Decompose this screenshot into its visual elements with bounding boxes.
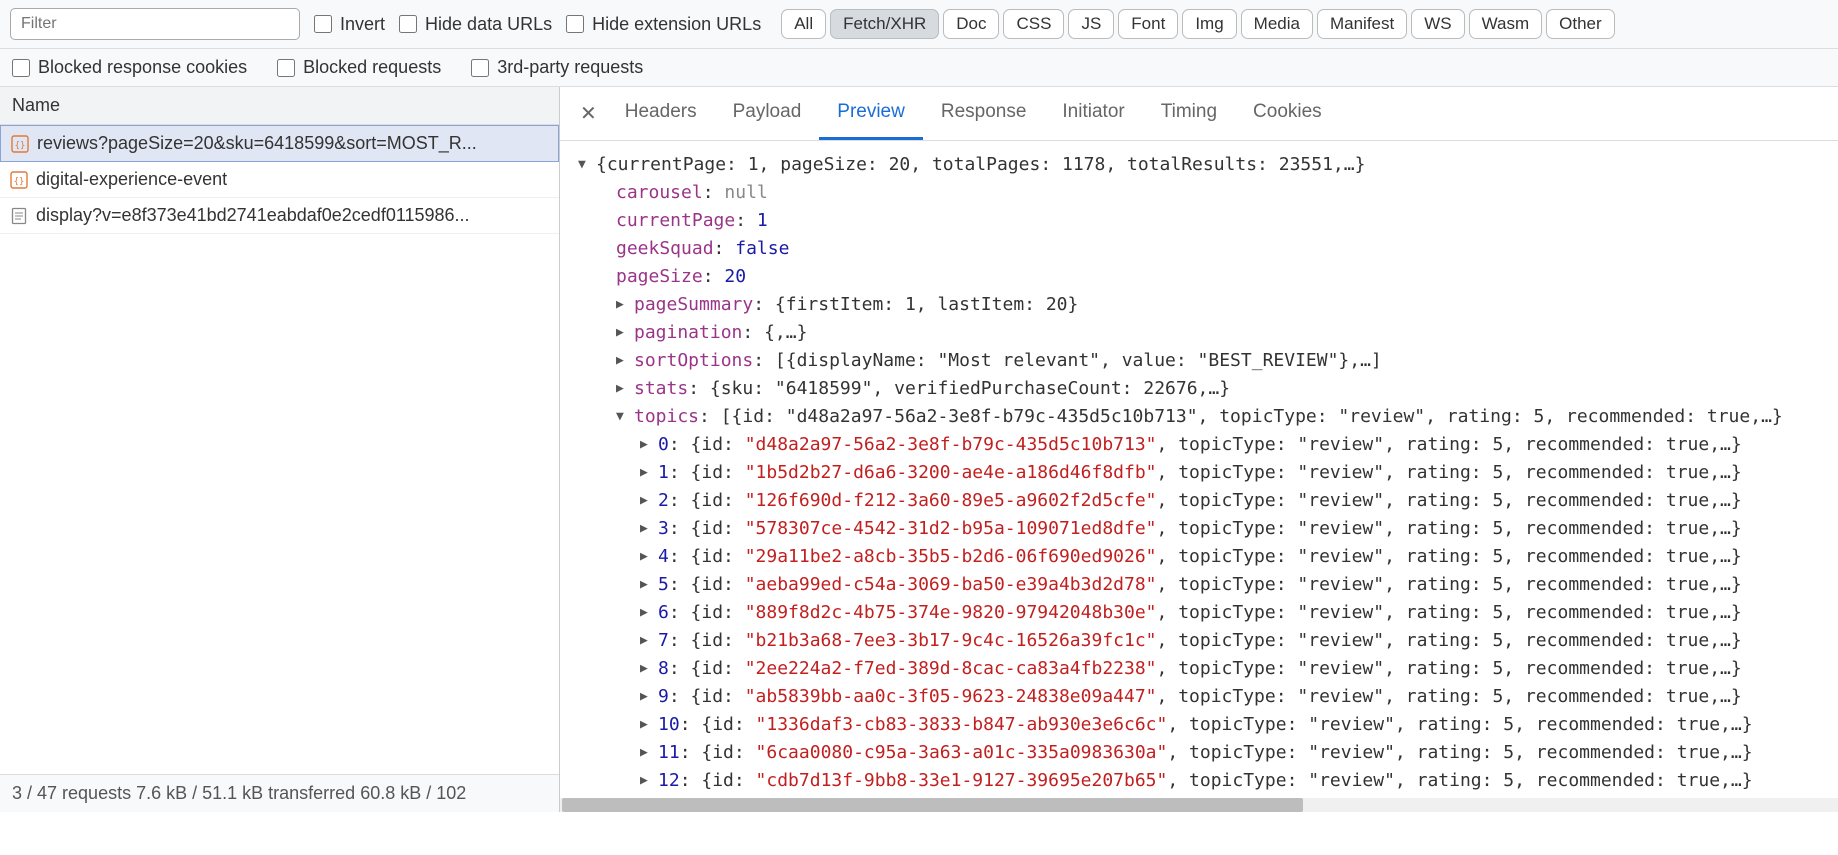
svg-text:{}: {} <box>14 177 25 187</box>
type-pill-other[interactable]: Other <box>1546 9 1615 39</box>
hide-data-urls-checkbox[interactable]: Hide data URLs <box>399 14 552 35</box>
detail-panel: ✕ HeadersPayloadPreviewResponseInitiator… <box>560 87 1838 812</box>
type-pill-all[interactable]: All <box>781 9 826 39</box>
expand-icon[interactable]: ▶ <box>616 375 630 403</box>
type-filter-group: AllFetch/XHRDocCSSJSFontImgMediaManifest… <box>781 9 1614 39</box>
blocked-cookies-label: Blocked response cookies <box>38 57 247 78</box>
expand-icon[interactable]: ▶ <box>640 711 654 739</box>
tab-headers[interactable]: Headers <box>607 87 715 140</box>
third-party-label: 3rd-party requests <box>497 57 643 78</box>
type-pill-manifest[interactable]: Manifest <box>1317 9 1407 39</box>
filter-input[interactable] <box>10 8 300 40</box>
preview-content[interactable]: ▼{currentPage: 1, pageSize: 20, totalPag… <box>560 141 1838 798</box>
expand-icon[interactable]: ▶ <box>640 627 654 655</box>
name-column-header[interactable]: Name <box>0 87 559 125</box>
svg-text:{}: {} <box>15 141 26 151</box>
expand-icon[interactable]: ▶ <box>640 767 654 795</box>
tab-payload[interactable]: Payload <box>715 87 820 140</box>
expand-icon[interactable]: ▶ <box>640 599 654 627</box>
invert-label: Invert <box>340 14 385 35</box>
type-pill-wasm[interactable]: Wasm <box>1469 9 1543 39</box>
tab-response[interactable]: Response <box>923 87 1045 140</box>
request-item[interactable]: {}reviews?pageSize=20&sku=6418599&sort=M… <box>0 125 559 162</box>
expand-icon[interactable]: ▶ <box>640 655 654 683</box>
blocked-requests-checkbox[interactable]: Blocked requests <box>277 57 441 78</box>
expand-icon[interactable]: ▶ <box>616 291 630 319</box>
filter-toolbar-2: Blocked response cookies Blocked request… <box>0 49 1838 87</box>
type-pill-media[interactable]: Media <box>1241 9 1313 39</box>
expand-icon[interactable]: ▼ <box>616 403 630 431</box>
expand-icon[interactable]: ▶ <box>616 319 630 347</box>
type-pill-css[interactable]: CSS <box>1003 9 1064 39</box>
request-list-panel: Name {}reviews?pageSize=20&sku=6418599&s… <box>0 87 560 812</box>
type-pill-js[interactable]: JS <box>1068 9 1114 39</box>
expand-icon[interactable]: ▶ <box>640 459 654 487</box>
expand-icon[interactable]: ▶ <box>640 739 654 767</box>
close-icon[interactable]: ✕ <box>570 91 607 136</box>
type-pill-fetchxhr[interactable]: Fetch/XHR <box>830 9 939 39</box>
type-pill-ws[interactable]: WS <box>1411 9 1464 39</box>
detail-tabs: ✕ HeadersPayloadPreviewResponseInitiator… <box>560 87 1838 141</box>
expand-icon[interactable]: ▶ <box>640 515 654 543</box>
horizontal-scrollbar[interactable] <box>560 798 1838 812</box>
expand-icon[interactable]: ▶ <box>616 347 630 375</box>
tab-initiator[interactable]: Initiator <box>1044 87 1142 140</box>
blocked-requests-label: Blocked requests <box>303 57 441 78</box>
filter-toolbar: Invert Hide data URLs Hide extension URL… <box>0 0 1838 49</box>
invert-checkbox[interactable]: Invert <box>314 14 385 35</box>
request-item[interactable]: display?v=e8f373e41bd2741eabdaf0e2cedf01… <box>0 198 559 234</box>
blocked-cookies-checkbox[interactable]: Blocked response cookies <box>12 57 247 78</box>
expand-icon[interactable]: ▶ <box>640 543 654 571</box>
third-party-checkbox[interactable]: 3rd-party requests <box>471 57 643 78</box>
expand-icon[interactable]: ▶ <box>640 683 654 711</box>
tab-timing[interactable]: Timing <box>1143 87 1235 140</box>
type-pill-font[interactable]: Font <box>1118 9 1178 39</box>
tab-cookies[interactable]: Cookies <box>1235 87 1340 140</box>
hide-extension-urls-label: Hide extension URLs <box>592 14 761 35</box>
tab-preview[interactable]: Preview <box>819 87 923 140</box>
expand-icon[interactable]: ▶ <box>640 487 654 515</box>
hide-data-urls-label: Hide data URLs <box>425 14 552 35</box>
hide-extension-urls-checkbox[interactable]: Hide extension URLs <box>566 14 761 35</box>
status-bar: 3 / 47 requests 7.6 kB / 51.1 kB transfe… <box>0 774 559 812</box>
request-list: {}reviews?pageSize=20&sku=6418599&sort=M… <box>0 125 559 774</box>
expand-icon[interactable]: ▶ <box>640 431 654 459</box>
request-item[interactable]: {}digital-experience-event <box>0 162 559 198</box>
type-pill-doc[interactable]: Doc <box>943 9 999 39</box>
expand-icon[interactable]: ▼ <box>578 151 592 179</box>
type-pill-img[interactable]: Img <box>1182 9 1236 39</box>
expand-icon[interactable]: ▶ <box>640 571 654 599</box>
